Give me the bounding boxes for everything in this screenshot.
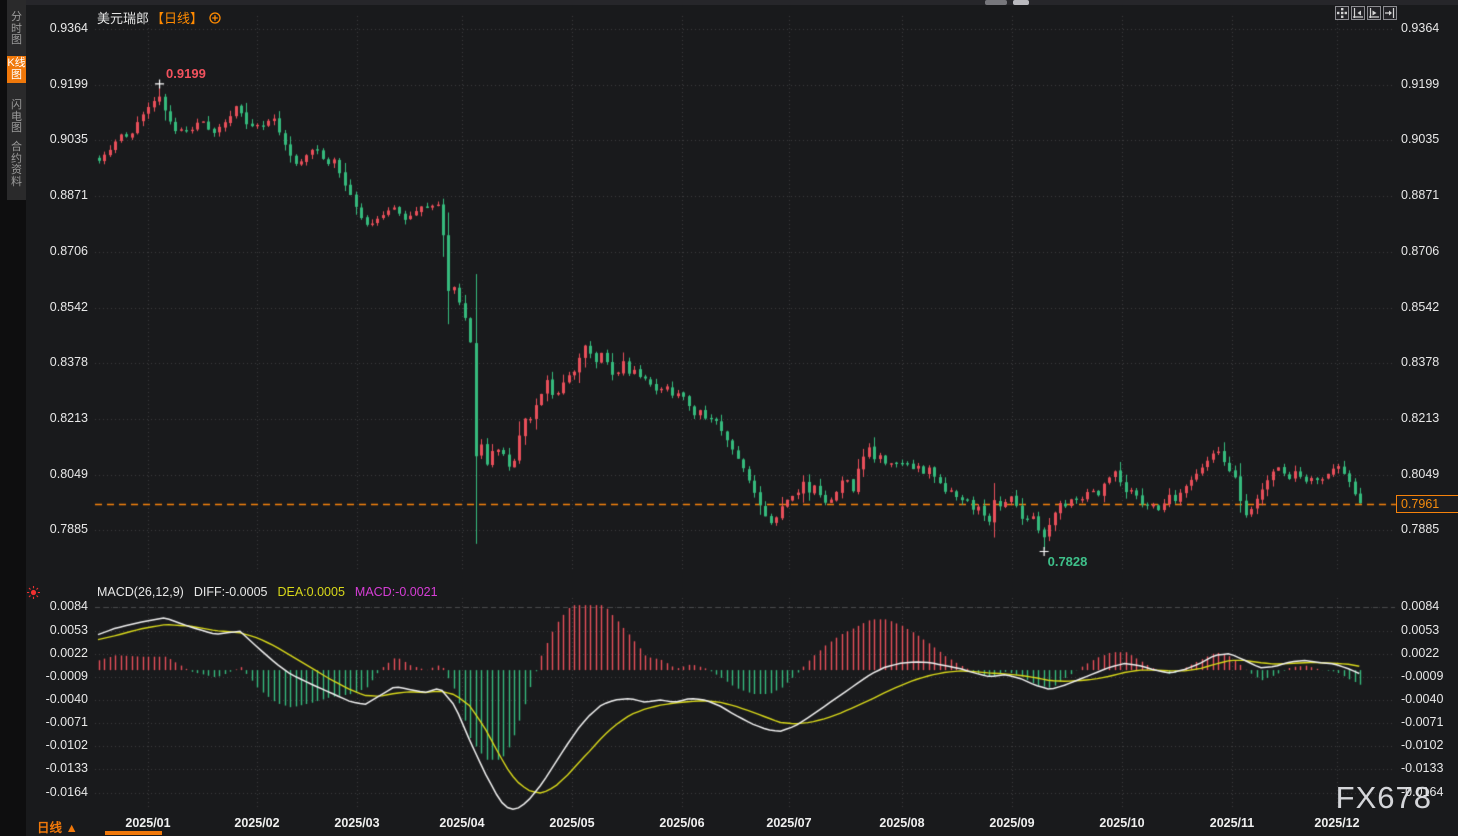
x-axis-month-label: 2025/05 <box>549 816 595 830</box>
price-axis-right-tick: 0.8213 <box>1401 411 1440 426</box>
x-axis-month-label: 2025/02 <box>234 816 280 830</box>
chart-title: 美元瑞郎 【日线】 <box>97 8 221 27</box>
symbol-name: 美元瑞郎 <box>97 11 150 26</box>
period-selector[interactable]: 日线 ▲ <box>37 817 78 836</box>
x-axis-month-label: 2025/06 <box>659 816 705 830</box>
price-axis-right-tick: 0.9364 <box>1401 21 1440 35</box>
macd-axis-right-tick: -0.0009 <box>1401 668 1444 683</box>
price-axis-right-tick: 0.8378 <box>1401 355 1440 370</box>
add-indicator-icon[interactable] <box>209 11 221 24</box>
macd-legend: MACD(26,12,9) DIFF:-0.0005 DEA:0.0005 MA… <box>97 585 438 599</box>
low-price-annotation: 0.7828 <box>1047 553 1088 569</box>
sidebar-tab-column: 分时图 K线图 闪电图 合约资料 <box>7 0 26 200</box>
price-axis-right-tick: 0.8706 <box>1401 243 1440 258</box>
chart-window: 分时图 K线图 闪电图 合约资料 美元瑞郎 【日线】 0.9364 0.9199 0… <box>0 0 1458 836</box>
x-axis-month-label: 2025/07 <box>766 816 812 830</box>
scroll-to-latest-icon[interactable] <box>1383 6 1397 20</box>
window-artifact <box>1013 0 1029 5</box>
sidebar-item-contract-info[interactable]: 合约资料 <box>7 140 26 190</box>
macd-axis-right-tick: -0.0133 <box>1401 761 1444 776</box>
price-axis-right-tick: 0.8049 <box>1401 466 1440 481</box>
macd-axis-right-tick: -0.0040 <box>1401 692 1444 706</box>
x-axis-month-label: 2025/04 <box>439 816 485 830</box>
price-axis-right-tick: 0.7885 <box>1401 522 1440 537</box>
candlestick-macd-chart[interactable] <box>0 0 1458 836</box>
indicator-alert-icon[interactable] <box>26 585 41 605</box>
sidebar-item-lightning-chart[interactable]: 闪电图 <box>7 98 26 137</box>
watermark: FX678 <box>1335 780 1432 815</box>
macd-axis-right-tick: -0.0102 <box>1401 738 1444 753</box>
macd-axis-right-tick: 0.0022 <box>1401 645 1440 660</box>
x-axis-month-label: 2025/10 <box>1099 816 1145 830</box>
high-price-annotation: 0.9199 <box>166 65 206 81</box>
macd-axis-right-tick: 0.0084 <box>1401 599 1440 614</box>
x-axis-month-label: 2025/09 <box>989 816 1035 830</box>
price-axis-right-tick: 0.8871 <box>1401 188 1440 203</box>
macd-diff-value: DIFF:-0.0005 <box>193 585 268 599</box>
window-top-strip <box>0 0 1458 5</box>
window-artifact <box>985 0 1007 5</box>
last-price-badge: 0.7961 <box>1396 495 1458 514</box>
auto-scale-icon[interactable] <box>1367 6 1381 20</box>
x-axis-month-label: 2025/12 <box>1314 816 1360 830</box>
period-arrow-icon: ▲ <box>65 821 78 835</box>
time-scrollbar-thumb[interactable] <box>105 831 162 835</box>
x-axis-month-label: 2025/11 <box>1209 816 1255 830</box>
price-axis-right-tick: 0.8542 <box>1401 299 1440 314</box>
sidebar-item-kline-chart[interactable]: K线图 <box>7 56 26 83</box>
x-axis-month-label: 2025/03 <box>334 816 380 830</box>
period-label: 日线 <box>37 821 63 835</box>
sidebar-item-timeshare-chart[interactable]: 分时图 <box>7 10 26 49</box>
price-axis-right-tick: 0.9035 <box>1401 132 1440 147</box>
macd-axis-right-tick: 0.0053 <box>1401 622 1440 637</box>
macd-axis-right-tick: -0.0071 <box>1401 715 1444 730</box>
macd-params-label: MACD(26,12,9) <box>97 585 184 599</box>
pan-cross-icon[interactable] <box>1335 6 1349 20</box>
x-axis-month-label: 2025/08 <box>879 816 925 830</box>
price-axis-right-tick: 0.9199 <box>1401 76 1440 91</box>
period-tag: 【日线】 <box>151 11 204 26</box>
chart-toolbar <box>1335 6 1397 20</box>
fit-y-axis-icon[interactable] <box>1351 6 1365 20</box>
sidebar: 分时图 K线图 闪电图 合约资料 <box>0 0 26 836</box>
x-axis-month-label: 2025/01 <box>125 816 171 830</box>
macd-hist-value: MACD:-0.0021 <box>354 585 438 599</box>
macd-dea-value: DEA:0.0005 <box>277 585 345 599</box>
